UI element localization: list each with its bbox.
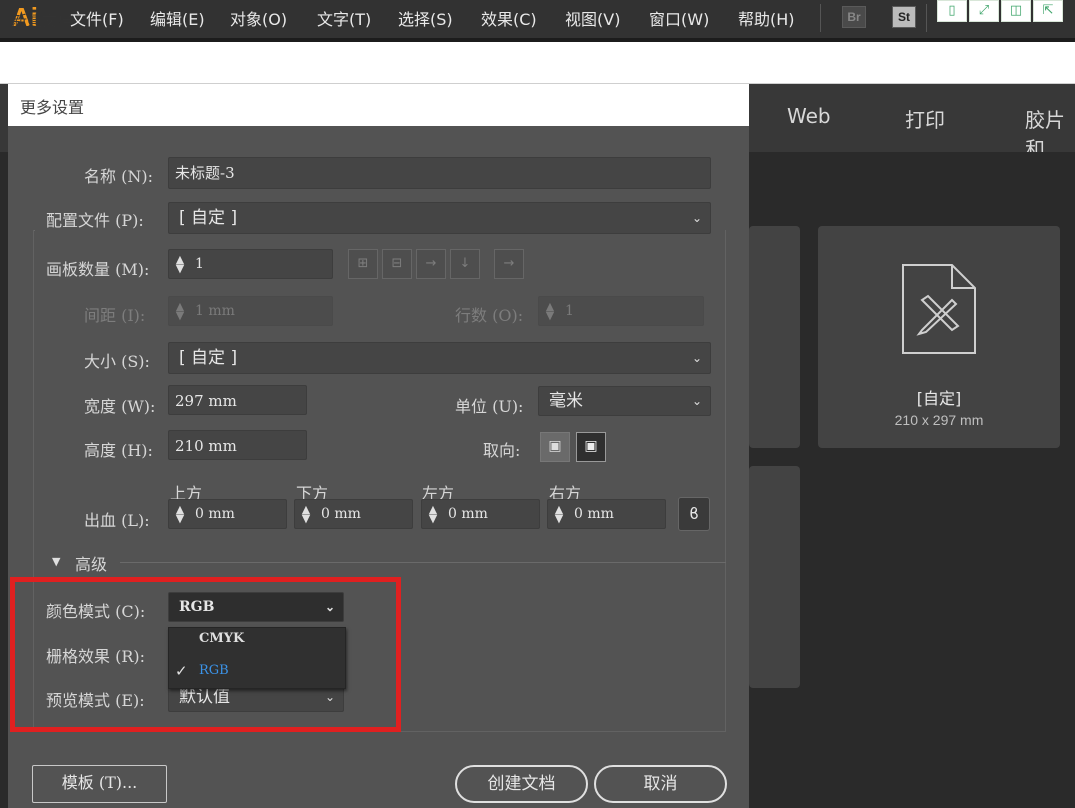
chevron-down-icon: ⌄ <box>691 351 702 365</box>
template-button[interactable]: 模板 (T)... <box>32 765 167 803</box>
name-input[interactable]: 未标题-3 <box>168 157 711 189</box>
tab-web[interactable]: Web <box>787 104 831 128</box>
bleed-right-input[interactable]: ▲ ▼ 0 mm <box>547 499 666 529</box>
artboards-label: 画板数量 (M): <box>46 260 150 279</box>
preset-card-title: [自定] <box>916 389 962 408</box>
portrait-icon[interactable]: ▣ <box>540 432 570 462</box>
columns-label: 行数 (O): <box>455 306 524 325</box>
stepper-icon: ▲ ▼ <box>175 300 185 322</box>
spacing-input: ▲ ▼ 1 mm <box>168 296 333 326</box>
advanced-divider <box>120 562 726 563</box>
fullscreen-icon[interactable]: ⤢ <box>969 0 999 22</box>
stepper-icon[interactable]: ▲ ▼ <box>295 504 317 524</box>
menu-help[interactable]: 帮助(H) <box>738 6 795 30</box>
dialog-title: 更多设置 <box>20 98 85 117</box>
link-icon[interactable]: ϐ <box>678 497 710 531</box>
new-document-titlebar <box>0 42 1075 84</box>
arrange-by-column-icon[interactable]: ↓ <box>450 249 480 279</box>
stepper-icon[interactable]: ▲ ▼ <box>169 504 191 524</box>
menu-object[interactable]: 对象(O) <box>230 6 287 30</box>
chevron-down-icon: ⌄ <box>691 211 702 225</box>
bridge-button[interactable]: Br <box>842 6 866 28</box>
dialog-titlebar <box>8 84 749 126</box>
annotation-highlight-box <box>10 577 401 732</box>
menu-file[interactable]: 文件(F) <box>70 6 124 30</box>
profile-value: [ 自定 ] <box>179 208 238 228</box>
menu-edit[interactable]: 编辑(E) <box>150 6 205 30</box>
grid-by-column-icon[interactable]: ⊟ <box>382 249 412 279</box>
stepper-icon[interactable]: ▲ ▼ <box>548 504 570 524</box>
stepper-icon: ▲ ▼ <box>545 300 555 322</box>
height-label: 高度 (H): <box>84 441 153 460</box>
bleed-label: 出血 (L): <box>84 511 150 530</box>
size-value: [ 自定 ] <box>179 348 238 368</box>
stock-button[interactable]: St <box>892 6 916 28</box>
minimize-icon[interactable]: ▯ <box>937 0 967 22</box>
landscape-icon[interactable]: ▣ <box>576 432 606 462</box>
menu-type[interactable]: 文字(T) <box>317 6 371 30</box>
preset-card[interactable] <box>749 226 800 448</box>
triangle-down-icon[interactable]: ▼ <box>52 555 60 568</box>
columns-input: ▲ ▼ 1 <box>538 296 704 326</box>
share-icon[interactable]: ⇱ <box>1033 0 1063 22</box>
menu-separator <box>926 4 927 32</box>
profile-label: 配置文件 (P): <box>46 207 148 231</box>
units-select[interactable]: 毫米 ⌄ <box>538 386 711 416</box>
tab-print[interactable]: 打印 <box>905 104 945 133</box>
units-label: 单位 (U): <box>455 397 524 416</box>
units-value: 毫米 <box>549 391 583 411</box>
chevron-down-icon: ⌄ <box>691 394 702 408</box>
advanced-label[interactable]: 高级 <box>75 551 114 575</box>
menu-select[interactable]: 选择(S) <box>398 6 453 30</box>
menu-view[interactable]: 视图(V) <box>565 6 620 30</box>
size-label: 大小 (S): <box>84 352 150 371</box>
cancel-button[interactable]: 取消 <box>594 765 727 803</box>
spacing-label: 间距 (I): <box>84 306 146 325</box>
save-icon[interactable]: ◫ <box>1001 0 1031 22</box>
bleed-left-input[interactable]: ▲ ▼ 0 mm <box>421 499 540 529</box>
create-document-button[interactable]: 创建文档 <box>455 765 588 803</box>
menu-effect[interactable]: 效果(C) <box>481 6 537 30</box>
grid-by-row-icon[interactable]: ⊞ <box>348 249 378 279</box>
height-input[interactable]: 210 mm <box>168 430 307 460</box>
bleed-bottom-input[interactable]: ▲ ▼ 0 mm <box>294 499 413 529</box>
document-custom-icon <box>902 264 976 354</box>
preset-card-size: 210 x 297 mm <box>894 412 984 428</box>
size-select[interactable]: [ 自定 ] ⌄ <box>168 342 711 374</box>
bleed-top-input[interactable]: ▲ ▼ 0 mm <box>168 499 287 529</box>
width-input[interactable]: 297 mm <box>168 385 307 415</box>
preset-card[interactable] <box>749 466 800 688</box>
orientation-label: 取向: <box>483 441 521 460</box>
menu-window[interactable]: 窗口(W) <box>649 6 709 30</box>
menu-separator <box>820 4 821 32</box>
new-document-title: 新建文档 <box>12 12 73 30</box>
artboards-input[interactable]: ▲ ▼ 1 <box>168 249 333 279</box>
layout-direction-icon[interactable]: → <box>494 249 524 279</box>
profile-select[interactable]: [ 自定 ] ⌄ <box>168 202 711 234</box>
stepper-icon[interactable]: ▲ ▼ <box>422 504 444 524</box>
arrange-by-row-icon[interactable]: → <box>416 249 446 279</box>
stepper-icon[interactable]: ▲ ▼ <box>169 254 191 274</box>
width-label: 宽度 (W): <box>84 397 156 416</box>
name-label: 名称 (N): <box>84 167 153 186</box>
